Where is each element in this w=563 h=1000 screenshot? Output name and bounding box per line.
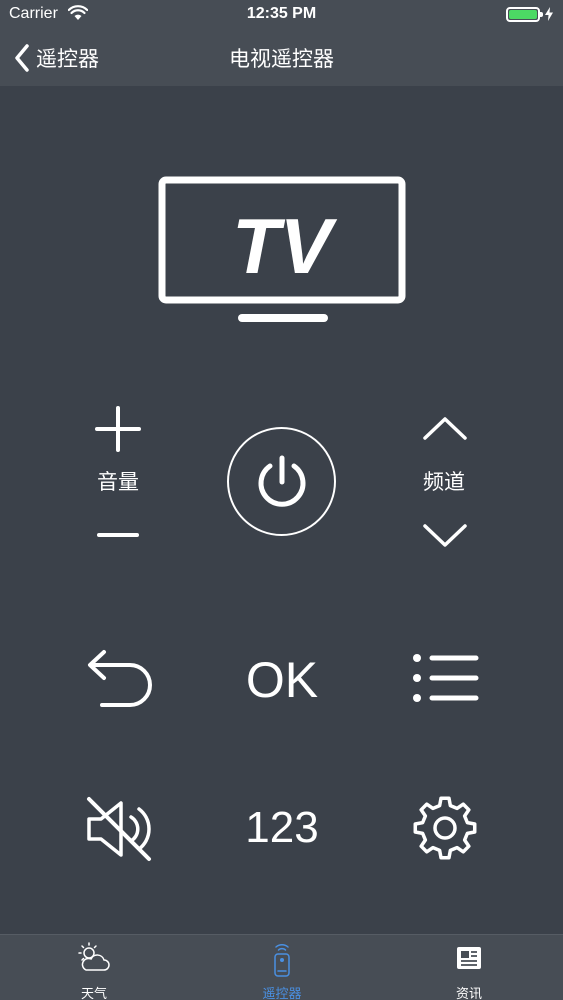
tab-news-label: 资讯 [455,987,482,1000]
channel-label: 频道 [423,470,465,494]
settings-button[interactable] [409,792,481,864]
news-icon [457,947,481,969]
power-icon [258,455,305,507]
status-time: 12:35 PM [246,5,317,22]
battery-level [509,10,537,19]
charging-icon [545,6,553,25]
mute-icon [87,797,151,861]
navigation-bar: 遥控器 电视遥控器 [0,30,563,86]
menu-button[interactable] [408,648,482,708]
channel-up-button[interactable] [420,412,470,444]
volume-down-button[interactable] [93,522,143,548]
tab-bar: 天气 遥控器 资讯 [0,934,563,1000]
back-arrow-icon [88,650,152,707]
number-pad-button[interactable]: 123 [226,795,338,861]
chevron-up-icon [423,417,467,440]
tab-remote-label: 遥控器 [262,987,302,1000]
back-button-label: 遥控器 [36,47,99,71]
volume-label: 音量 [97,470,139,494]
gear-icon [413,796,477,860]
tv-logo-text: TV [232,202,338,290]
minus-icon [97,533,139,537]
menu-list-icon [413,654,479,702]
chevron-down-icon [423,524,467,547]
tv-logo: TV [158,176,406,326]
tab-remote[interactable]: 遥控器 [188,935,376,1000]
plus-icon [95,406,141,452]
tab-weather[interactable]: 天气 [0,935,188,1000]
volume-up-button[interactable] [93,404,143,454]
tab-news[interactable]: 资讯 [375,935,563,1000]
battery-icon [506,7,543,22]
battery-nub [540,12,543,17]
back-button[interactable]: 遥控器 [14,40,99,76]
remote-icon [274,943,290,977]
ok-button[interactable]: OK [226,645,338,715]
power-button[interactable] [227,427,336,536]
channel-down-button[interactable] [420,520,470,552]
mute-button[interactable] [82,794,156,864]
weather-icon [78,942,110,971]
back-button-remote[interactable] [82,646,156,710]
status-bar: Carrier 12:35 PM [0,0,563,30]
chevron-left-icon [15,44,29,72]
tab-weather-label: 天气 [80,987,107,1000]
